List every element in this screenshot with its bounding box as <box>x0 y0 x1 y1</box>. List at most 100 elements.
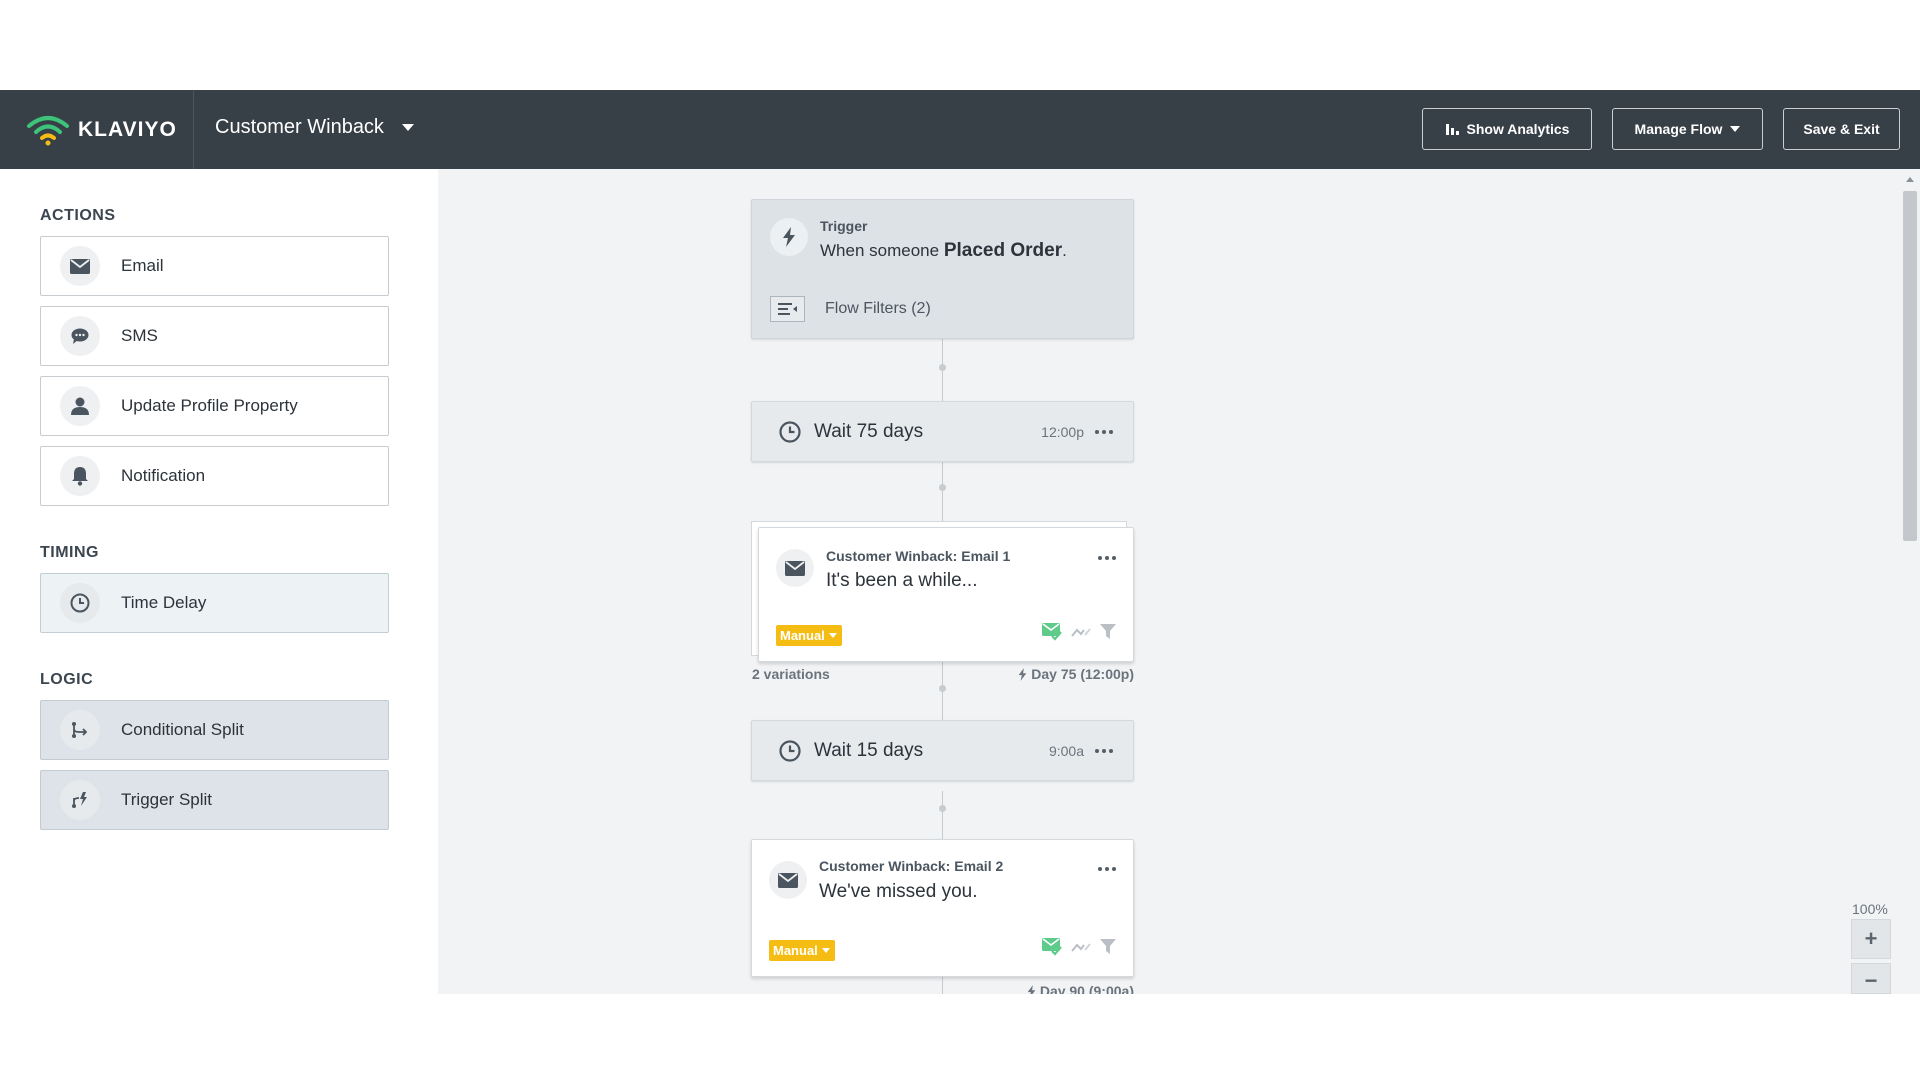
flow-connector <box>942 462 943 524</box>
email-schedule: Day 90 (9:00a) <box>1027 983 1134 994</box>
email-check-icon <box>1042 623 1062 641</box>
save-exit-button[interactable]: Save & Exit <box>1783 108 1900 150</box>
email-status-icons <box>1042 938 1116 956</box>
flow-name: Customer Winback <box>215 116 384 138</box>
flow-connector <box>942 977 943 994</box>
schedule-label: Day 75 (12:00p) <box>1031 666 1134 682</box>
email-icon <box>776 549 814 587</box>
more-options-icon[interactable] <box>1098 867 1116 871</box>
logo-text: KLAVIYO <box>78 118 177 141</box>
topbar-divider <box>193 90 194 169</box>
clock-icon <box>60 583 100 623</box>
zoom-level: 100% <box>1852 901 1888 917</box>
actions-heading: ACTIONS <box>40 207 116 224</box>
logic-heading: LOGIC <box>40 671 94 688</box>
variations-count: 2 variations <box>752 666 830 682</box>
trigger-label: Trigger <box>820 218 868 234</box>
sidebar-item-email[interactable]: Email <box>40 236 389 296</box>
email-subject: We've missed you. <box>819 881 978 902</box>
lightning-icon <box>1027 984 1036 994</box>
flow-filters-label: Flow Filters (2) <box>825 300 931 317</box>
sidebar-item-update-profile-property[interactable]: Update Profile Property <box>40 376 389 436</box>
email-card-1[interactable]: Customer Winback: Email 1 It's been a wh… <box>758 527 1134 662</box>
add-step-dot[interactable] <box>939 484 946 491</box>
sidebar-item-label: Notification <box>121 466 206 485</box>
mode-label: Manual <box>773 943 818 958</box>
email-icon <box>60 246 100 286</box>
lightning-icon <box>1018 667 1027 681</box>
trigger-text-prefix: When someone <box>820 241 940 260</box>
email-check-icon <box>1042 938 1062 956</box>
trigger-description: When someone Placed Order. <box>820 240 1067 262</box>
filter-list-icon <box>770 296 805 322</box>
chevron-down-icon <box>828 633 837 638</box>
email-title: Customer Winback: Email 1 <box>826 548 1011 564</box>
filter-icon <box>1100 939 1116 954</box>
mode-label: Manual <box>780 628 825 643</box>
lightning-icon <box>770 218 808 256</box>
filter-icon <box>1100 624 1116 639</box>
trigger-event: Placed Order <box>943 240 1063 261</box>
clock-icon <box>779 739 801 762</box>
zoom-in-button[interactable]: + <box>1851 919 1891 959</box>
show-analytics-button[interactable]: Show Analytics <box>1422 108 1592 150</box>
sidebar-item-trigger-split[interactable]: Trigger Split <box>40 770 389 830</box>
wait-label: Wait 75 days <box>814 420 924 442</box>
wait-card-75-days[interactable]: Wait 75 days 12:00p <box>751 401 1134 462</box>
bar-chart-icon <box>1445 124 1459 135</box>
zoom-out-button[interactable]: − <box>1851 963 1891 994</box>
flow-filters[interactable]: Flow Filters (2) <box>770 296 931 322</box>
sidebar-item-time-delay[interactable]: Time Delay <box>40 573 389 633</box>
more-options-icon[interactable] <box>1098 556 1116 560</box>
sidebar-item-label: SMS <box>121 326 158 345</box>
scrollbar-thumb[interactable] <box>1903 191 1917 541</box>
manual-mode-badge[interactable]: Manual <box>769 940 835 961</box>
manage-flow-button[interactable]: Manage Flow <box>1612 108 1763 150</box>
email-schedule: Day 75 (12:00p) <box>1018 666 1134 682</box>
sidebar-item-notification[interactable]: Notification <box>40 446 389 506</box>
schedule-label: Day 90 (9:00a) <box>1039 983 1134 994</box>
sidebar-item-label: Conditional Split <box>121 720 244 739</box>
email-icon <box>769 861 807 899</box>
email-subject: It's been a while... <box>826 570 978 591</box>
sidebar-item-sms[interactable]: SMS <box>40 306 389 366</box>
wait-label: Wait 15 days <box>814 739 924 761</box>
trigger-split-icon <box>60 780 100 820</box>
scroll-up-arrow-icon[interactable] <box>1906 177 1914 182</box>
sidebar-item-label: Trigger Split <box>121 790 213 809</box>
more-options-icon[interactable] <box>1095 429 1113 434</box>
email-status-icons <box>1042 623 1116 641</box>
chevron-down-icon <box>821 948 830 953</box>
flow-canvas[interactable]: Trigger When someone Placed Order. Flow … <box>438 169 1900 994</box>
wait-card-15-days[interactable]: Wait 15 days 9:00a <box>751 720 1134 781</box>
email-card-2[interactable]: Customer Winback: Email 2 We've missed y… <box>751 839 1134 977</box>
sms-icon <box>60 316 100 356</box>
bell-icon <box>60 456 100 496</box>
add-step-dot[interactable] <box>939 364 946 371</box>
manual-mode-badge[interactable]: Manual <box>776 625 842 646</box>
wifi-logo-icon <box>27 116 69 146</box>
sidebar-item-label: Update Profile Property <box>121 396 298 415</box>
manage-flow-label: Manage Flow <box>1634 121 1723 137</box>
wait-time: 12:00p <box>1041 423 1084 440</box>
clock-icon <box>779 420 801 443</box>
sidebar-item-label: Time Delay <box>121 593 207 612</box>
add-step-dot[interactable] <box>939 685 946 692</box>
app-window: KLAVIYO Customer Winback Show Analytics … <box>0 0 1920 1080</box>
klaviyo-logo[interactable]: KLAVIYO <box>26 114 177 146</box>
chevron-down-icon <box>1730 126 1741 132</box>
flow-name-dropdown[interactable]: Customer Winback <box>215 116 414 139</box>
show-analytics-label: Show Analytics <box>1466 121 1570 137</box>
sidebar-item-conditional-split[interactable]: Conditional Split <box>40 700 389 760</box>
chevron-down-icon <box>401 124 414 131</box>
email-title: Customer Winback: Email 2 <box>819 858 1004 874</box>
trigger-card[interactable]: Trigger When someone Placed Order. Flow … <box>751 199 1134 339</box>
add-step-dot[interactable] <box>939 805 946 812</box>
conditional-split-icon <box>60 710 100 750</box>
sidebar: ACTIONS Email SMS Update Profile Propert… <box>0 169 438 994</box>
sidebar-item-label: Email <box>121 256 164 275</box>
more-options-icon[interactable] <box>1095 748 1113 753</box>
profile-icon <box>60 386 100 426</box>
wait-time: 9:00a <box>1048 742 1084 759</box>
vertical-scrollbar[interactable] <box>1900 169 1920 994</box>
